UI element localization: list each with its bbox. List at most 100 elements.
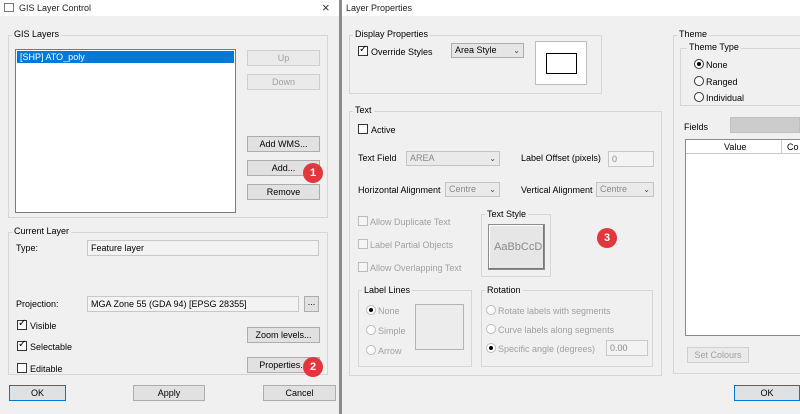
zoom-levels-button[interactable]: Zoom levels...: [247, 327, 320, 343]
allow-overlapping-checkbox[interactable]: [358, 262, 368, 272]
theme-ranged-radio[interactable]: [694, 76, 704, 86]
window-title: GIS Layer Control: [19, 3, 92, 13]
fields-select[interactable]: [730, 117, 800, 133]
editable-checkbox[interactable]: [17, 363, 27, 373]
area-style-select[interactable]: Area Style ⌄: [451, 43, 524, 58]
chevron-down-icon: ⌄: [489, 185, 496, 194]
h-align-value: Centre: [449, 184, 477, 194]
editable-label: Editable: [30, 364, 63, 374]
label-line-none-label: None: [378, 306, 400, 316]
projection-label: Projection:: [16, 299, 59, 309]
ok-button[interactable]: OK: [9, 385, 66, 401]
v-align-value: Centre: [600, 184, 628, 194]
label-lines-label: Label Lines: [362, 285, 413, 295]
v-align-label: Vertical Alignment: [521, 185, 593, 195]
chevron-down-icon: ⌄: [643, 185, 650, 194]
text-style-sample-button[interactable]: AaBbCcD: [488, 224, 545, 270]
annotation-badge-2: 2: [303, 357, 323, 377]
add-wms-button[interactable]: Add WMS...: [247, 136, 320, 152]
theme-none-label: None: [706, 60, 728, 70]
annotation-badge-3: 3: [597, 228, 617, 248]
specific-angle-radio[interactable]: [486, 343, 496, 353]
curve-along-segments-radio[interactable]: [486, 324, 496, 334]
text-field-value: AREA: [410, 153, 435, 163]
gis-layer-control-window: GIS Layer Control × GIS Layers [SHP] ATO…: [0, 0, 339, 414]
apply-button[interactable]: Apply: [133, 385, 205, 401]
projection-field: MGA Zone 55 (GDA 94) [EPSG 28355]: [87, 296, 299, 312]
theme-individual-label: Individual: [706, 93, 745, 103]
chevron-down-icon: ⌄: [513, 46, 520, 55]
fields-label: Fields: [684, 122, 709, 132]
v-align-select[interactable]: Centre ⌄: [596, 182, 654, 197]
curve-along-segments-label: Curve labels along segments: [498, 325, 615, 335]
current-layer-group-label: Current Layer: [12, 226, 72, 236]
cancel-button[interactable]: Cancel: [263, 385, 336, 401]
label-partial-checkbox[interactable]: [358, 239, 368, 249]
allow-overlapping-label: Allow Overlapping Text: [370, 263, 462, 273]
set-colours-button[interactable]: Set Colours: [687, 347, 749, 363]
theme-group-label: Theme: [677, 29, 710, 39]
style-preview-swatch[interactable]: [535, 41, 587, 85]
close-icon[interactable]: ×: [322, 0, 330, 15]
style-preview-rect: [546, 53, 577, 74]
active-checkbox[interactable]: [358, 124, 368, 134]
theme-none-radio[interactable]: [694, 59, 704, 69]
props-ok-button[interactable]: OK: [734, 385, 800, 401]
specific-angle-label: Specific angle (degrees): [498, 344, 596, 354]
label-line-preview[interactable]: [415, 304, 464, 350]
remove-button[interactable]: Remove: [247, 184, 320, 200]
props-window-title: Layer Properties: [346, 3, 413, 13]
label-partial-label: Label Partial Objects: [370, 240, 454, 250]
layers-list[interactable]: [SHP] ATO_poly: [15, 49, 236, 213]
theme-table[interactable]: Value Co: [685, 139, 800, 336]
props-titlebar: Layer Properties: [342, 0, 800, 16]
override-styles-label: Override Styles: [371, 47, 433, 57]
gis-titlebar: GIS Layer Control ×: [0, 0, 339, 16]
app-icon: [4, 3, 14, 12]
text-style-label: Text Style: [485, 209, 529, 219]
column-header-divider: [781, 140, 782, 154]
chevron-down-icon: ⌄: [489, 154, 496, 163]
override-styles-checkbox[interactable]: [358, 44, 368, 56]
down-button[interactable]: Down: [247, 74, 320, 90]
rotate-with-segments-radio[interactable]: [486, 305, 496, 315]
text-field-select[interactable]: AREA ⌄: [406, 151, 500, 166]
type-field: Feature layer: [87, 240, 319, 256]
column-header-colour[interactable]: Co: [787, 142, 799, 152]
text-group-label: Text: [353, 105, 374, 115]
selectable-checkbox[interactable]: [17, 339, 27, 351]
specific-angle-field[interactable]: 0.00: [606, 340, 648, 356]
theme-ranged-label: Ranged: [706, 77, 738, 87]
active-label: Active: [371, 125, 396, 135]
text-field-label: Text Field: [358, 153, 397, 163]
text-style-sample: AaBbCcD: [494, 241, 543, 253]
allow-duplicate-checkbox[interactable]: [358, 216, 368, 226]
h-align-label: Horizontal Alignment: [358, 185, 441, 195]
annotation-badge-1: 1: [303, 163, 323, 183]
display-properties-label: Display Properties: [353, 29, 431, 39]
up-button[interactable]: Up: [247, 50, 320, 66]
visible-label: Visible: [30, 321, 57, 331]
label-line-simple-label: Simple: [378, 326, 406, 336]
label-offset-field[interactable]: 0: [608, 151, 654, 167]
column-header-value[interactable]: Value: [724, 142, 746, 152]
label-offset-label: Label Offset (pixels): [521, 153, 601, 163]
area-style-value: Area Style: [455, 45, 497, 55]
theme-individual-radio[interactable]: [694, 92, 704, 102]
label-line-simple-radio[interactable]: [366, 325, 376, 335]
layer-list-item[interactable]: [SHP] ATO_poly: [17, 51, 234, 63]
allow-duplicate-label: Allow Duplicate Text: [370, 217, 451, 227]
layer-name: [SHP] ATO_poly: [20, 52, 85, 62]
gis-layers-group-label: GIS Layers: [12, 29, 62, 39]
selectable-label: Selectable: [30, 342, 73, 352]
projection-browse-button[interactable]: ...: [304, 296, 319, 312]
rotate-with-segments-label: Rotate labels with segments: [498, 306, 611, 316]
h-align-select[interactable]: Centre ⌄: [445, 182, 500, 197]
label-line-arrow-label: Arrow: [378, 346, 402, 356]
rotation-label: Rotation: [485, 285, 523, 295]
theme-type-label: Theme Type: [687, 42, 741, 52]
visible-checkbox[interactable]: [17, 318, 27, 330]
label-line-none-radio[interactable]: [366, 305, 376, 315]
label-line-arrow-radio[interactable]: [366, 345, 376, 355]
theme-table-header: Value Co: [686, 140, 800, 154]
